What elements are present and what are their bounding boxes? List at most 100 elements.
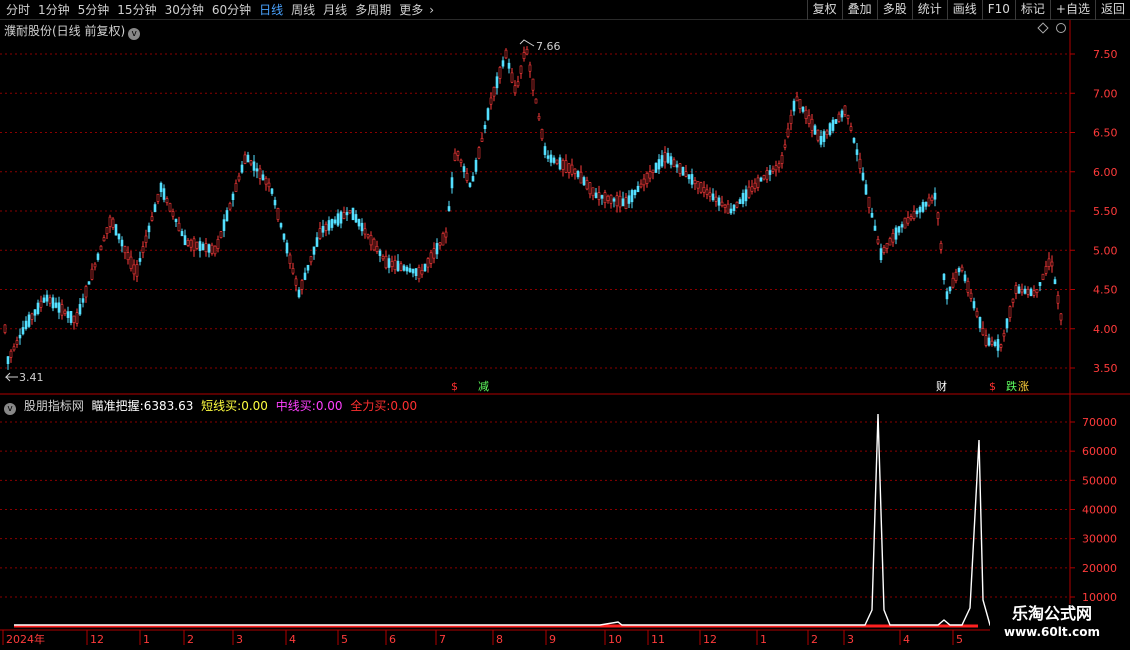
candle-body	[618, 195, 622, 208]
candle-body	[255, 168, 259, 172]
candle-body	[552, 157, 556, 163]
candle-body	[111, 218, 115, 228]
candle-body	[927, 197, 931, 206]
candle-body	[333, 219, 337, 224]
candle-body	[588, 182, 592, 195]
marker-fall[interactable]: 跌	[1006, 379, 1017, 393]
y-tick-label: 5.50	[1093, 205, 1118, 218]
candle-body	[981, 327, 985, 336]
candle-body	[891, 232, 895, 243]
candle-body	[579, 171, 583, 184]
candle-body	[282, 233, 286, 240]
candle-body	[468, 182, 472, 187]
candle-body	[147, 225, 151, 233]
candle-body	[843, 105, 847, 115]
candle-body	[534, 98, 538, 104]
candle-body	[15, 340, 19, 345]
candle-body	[150, 216, 154, 221]
watermark-sub: www.60lt.com	[1003, 625, 1101, 639]
candle-body	[237, 175, 241, 181]
candle-body	[783, 144, 787, 148]
candle-body	[810, 118, 814, 131]
candle-body	[90, 268, 94, 280]
candle-body	[327, 220, 331, 231]
candle-body	[1002, 333, 1006, 337]
candle-body	[24, 320, 28, 329]
marker-reduce[interactable]: 减	[478, 380, 489, 393]
candle-body	[852, 137, 856, 143]
candle-body	[627, 195, 631, 204]
candle-body	[297, 289, 301, 298]
candle-body	[567, 163, 571, 173]
kline-chart[interactable]: 7.66 3.41 $ 减 财 $ 跌 涨 7.50 7.00 6.50 6.00 5.…	[0, 0, 1130, 650]
candle-body	[1047, 258, 1051, 268]
candle-body	[771, 168, 775, 172]
candle-body	[366, 234, 370, 238]
candle-body	[594, 192, 598, 198]
marker-dollar[interactable]: $	[451, 380, 458, 393]
candle-body	[168, 203, 172, 212]
candle-body	[336, 213, 340, 226]
candle-body	[21, 327, 25, 335]
y-tick-label: 7.50	[1093, 48, 1118, 61]
candle-body	[744, 189, 748, 202]
candle-body	[1011, 298, 1015, 303]
x-tick-label: 10	[608, 633, 622, 646]
candle-body	[120, 239, 124, 247]
y-tick-label: 30000	[1082, 533, 1117, 546]
y-tick-label: 5.00	[1093, 244, 1118, 257]
x-tick-label: 5	[341, 633, 348, 646]
candle-body	[819, 135, 823, 145]
candle-body	[714, 196, 718, 202]
candle-body	[321, 226, 325, 233]
watermark: 乐淘公式网 www.60lt.com	[990, 604, 1114, 644]
candle-body	[465, 173, 469, 181]
candle-body	[636, 185, 640, 193]
field-short-buy-label: 短线买:	[201, 399, 242, 413]
candle-body	[606, 195, 610, 202]
candle-body	[180, 231, 184, 237]
candle-body	[438, 242, 442, 246]
candle-body	[264, 177, 268, 185]
candle-body	[174, 218, 178, 223]
candle-body	[345, 212, 349, 216]
candle-body	[996, 339, 1000, 351]
candle-body	[822, 131, 826, 142]
candle-body	[789, 114, 793, 124]
field-full-buy: 全力买:0.00	[350, 399, 417, 413]
candle-body	[603, 192, 607, 204]
y-tick-label: 6.50	[1093, 127, 1118, 140]
candle-body	[447, 206, 451, 212]
candle-body	[276, 208, 280, 220]
candle-body	[978, 317, 982, 329]
x-tick-label: 12	[703, 633, 717, 646]
candle-body	[516, 81, 520, 87]
candle-body	[798, 99, 802, 110]
candle-body	[675, 164, 679, 168]
candle-body	[963, 274, 967, 282]
candle-body	[117, 233, 121, 240]
marker-rise[interactable]: 涨	[1018, 380, 1029, 393]
x-tick-label: 9	[549, 633, 556, 646]
chevron-down-icon[interactable]: v	[4, 403, 16, 415]
candle-body	[651, 169, 655, 173]
candle-body	[1023, 288, 1027, 294]
y-tick-label: 10000	[1082, 591, 1117, 604]
candle-body	[582, 177, 586, 186]
candle-body	[867, 196, 871, 208]
candle-body	[804, 109, 808, 119]
indicator-name[interactable]: 股朋指标网	[24, 399, 84, 413]
candle-body	[135, 264, 139, 277]
candle-body	[300, 280, 304, 290]
x-tick-label: 5	[956, 633, 963, 646]
candle-body	[555, 159, 559, 164]
marker-finance[interactable]: 财	[936, 379, 947, 393]
candle-body	[966, 280, 970, 293]
candle-body	[762, 175, 766, 180]
candle-body	[960, 266, 964, 272]
candle-body	[456, 151, 460, 156]
candle-body	[840, 110, 844, 118]
marker-dollar[interactable]: $	[989, 380, 996, 393]
candle-body	[882, 247, 886, 253]
field-aim-value: 6383.63	[143, 399, 194, 413]
